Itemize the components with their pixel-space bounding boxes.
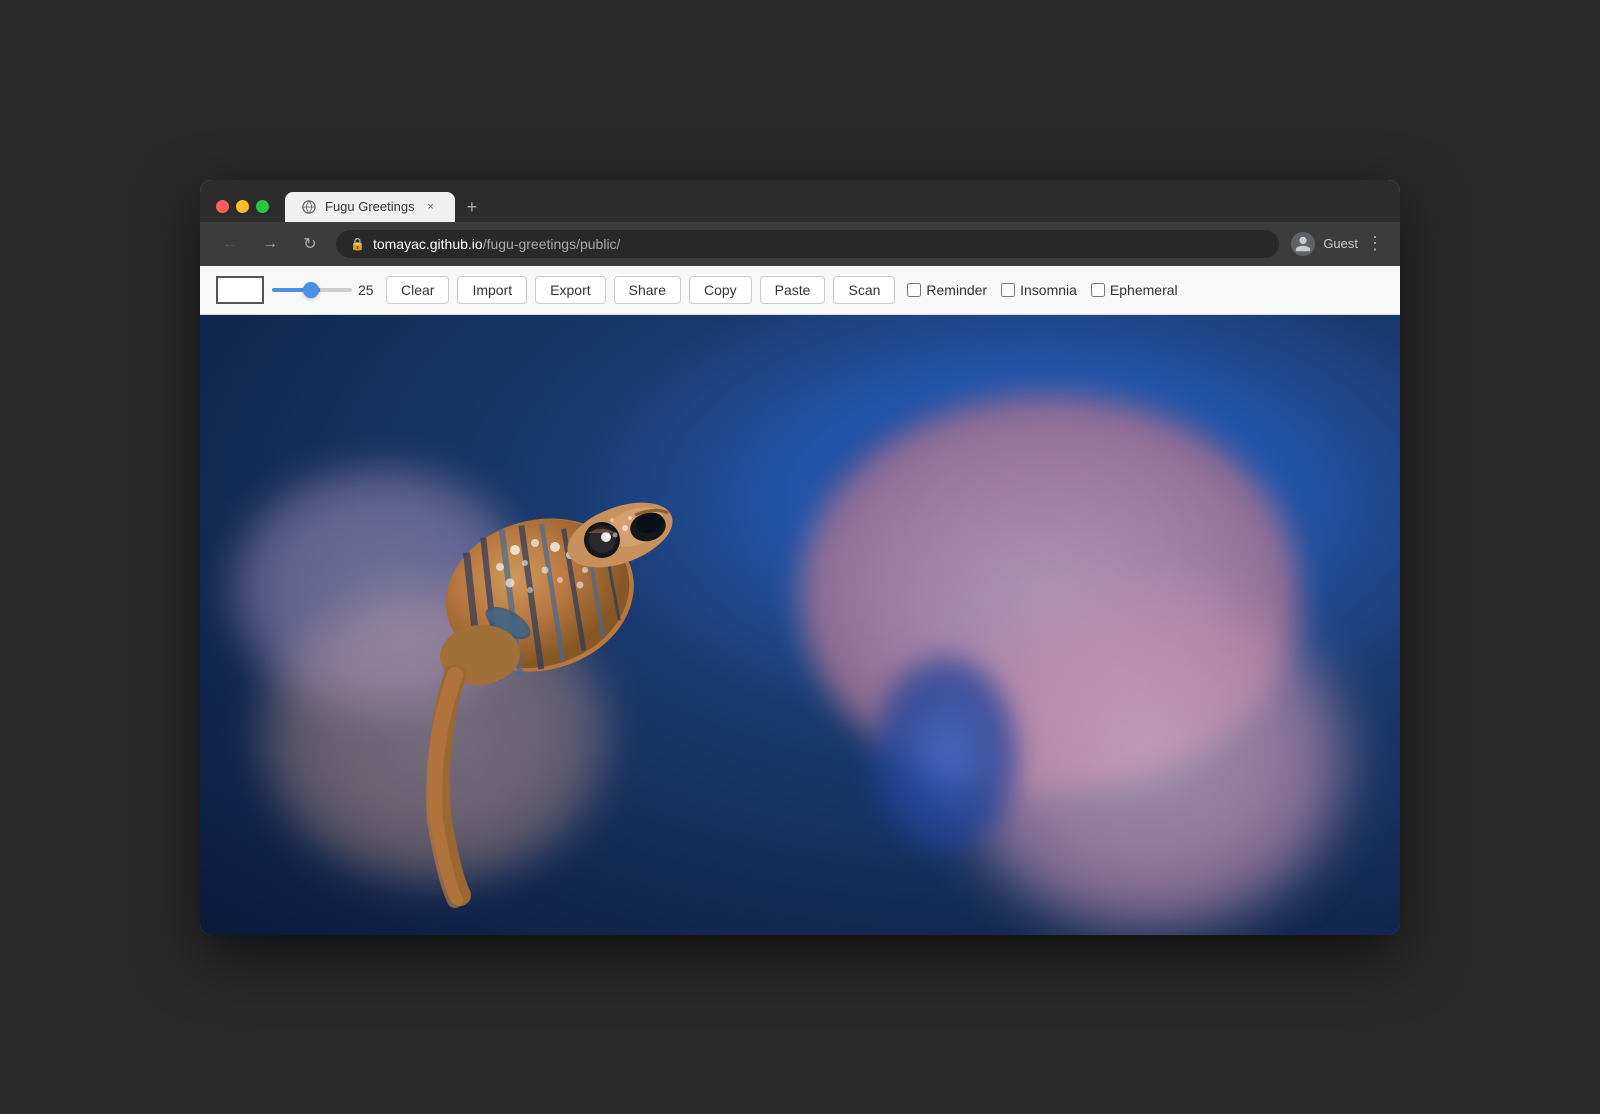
ephemeral-label: Ephemeral xyxy=(1110,282,1178,298)
forward-button[interactable]: → xyxy=(256,230,284,258)
insomnia-checkbox-label[interactable]: Insomnia xyxy=(1001,282,1077,298)
color-swatch[interactable] xyxy=(216,276,264,304)
title-bar: Fugu Greetings × + xyxy=(200,180,1400,222)
tab-close-button[interactable]: × xyxy=(423,199,439,215)
tab-title: Fugu Greetings xyxy=(325,199,415,214)
reminder-checkbox[interactable] xyxy=(907,283,921,297)
reminder-checkbox-label[interactable]: Reminder xyxy=(907,282,987,298)
copy-button[interactable]: Copy xyxy=(689,276,752,304)
url-bar[interactable]: 🔒 tomayac.github.io/fugu-greetings/publi… xyxy=(336,230,1279,258)
scan-button[interactable]: Scan xyxy=(833,276,895,304)
close-window-button[interactable] xyxy=(216,200,229,213)
url-path: /fugu-greetings/public/ xyxy=(483,236,621,252)
profile-label: Guest xyxy=(1323,236,1358,251)
paste-button[interactable]: Paste xyxy=(760,276,826,304)
refresh-button[interactable]: ↻ xyxy=(296,230,324,258)
maximize-window-button[interactable] xyxy=(256,200,269,213)
profile-area: Guest ⋮ xyxy=(1291,232,1384,256)
browser-window: Fugu Greetings × + ← → ↻ 🔒 tomayac.githu… xyxy=(200,180,1400,935)
fish-image xyxy=(360,375,740,925)
back-button[interactable]: ← xyxy=(216,230,244,258)
blue-coral-decoration xyxy=(870,655,1020,855)
ephemeral-checkbox-label[interactable]: Ephemeral xyxy=(1091,282,1178,298)
active-tab[interactable]: Fugu Greetings × xyxy=(285,192,455,222)
address-bar: ← → ↻ 🔒 tomayac.github.io/fugu-greetings… xyxy=(200,222,1400,266)
lock-icon: 🔒 xyxy=(350,237,365,251)
share-button[interactable]: Share xyxy=(614,276,681,304)
url-domain: tomayac.github.io xyxy=(373,236,483,252)
window-controls xyxy=(216,200,269,213)
new-tab-button[interactable]: + xyxy=(459,193,486,222)
insomnia-label: Insomnia xyxy=(1020,282,1077,298)
size-slider[interactable] xyxy=(272,288,352,292)
reminder-label: Reminder xyxy=(926,282,987,298)
profile-icon[interactable] xyxy=(1291,232,1315,256)
canvas-area[interactable] xyxy=(200,315,1400,935)
tab-bar: Fugu Greetings × + xyxy=(285,192,485,222)
tab-favicon-icon xyxy=(301,199,317,215)
ephemeral-checkbox[interactable] xyxy=(1091,283,1105,297)
checkbox-group: Reminder Insomnia Ephemeral xyxy=(907,282,1177,298)
clear-button[interactable]: Clear xyxy=(386,276,449,304)
url-text: tomayac.github.io/fugu-greetings/public/ xyxy=(373,236,1265,252)
fish-svg xyxy=(360,375,740,925)
slider-container: 25 xyxy=(272,282,378,298)
size-value: 25 xyxy=(358,282,378,298)
insomnia-checkbox[interactable] xyxy=(1001,283,1015,297)
title-bar-top: Fugu Greetings × + xyxy=(216,192,1384,222)
minimize-window-button[interactable] xyxy=(236,200,249,213)
toolbar: 25 Clear Import Export Share Copy Paste … xyxy=(200,266,1400,315)
import-button[interactable]: Import xyxy=(457,276,527,304)
export-button[interactable]: Export xyxy=(535,276,605,304)
browser-menu-button[interactable]: ⋮ xyxy=(1366,233,1384,254)
